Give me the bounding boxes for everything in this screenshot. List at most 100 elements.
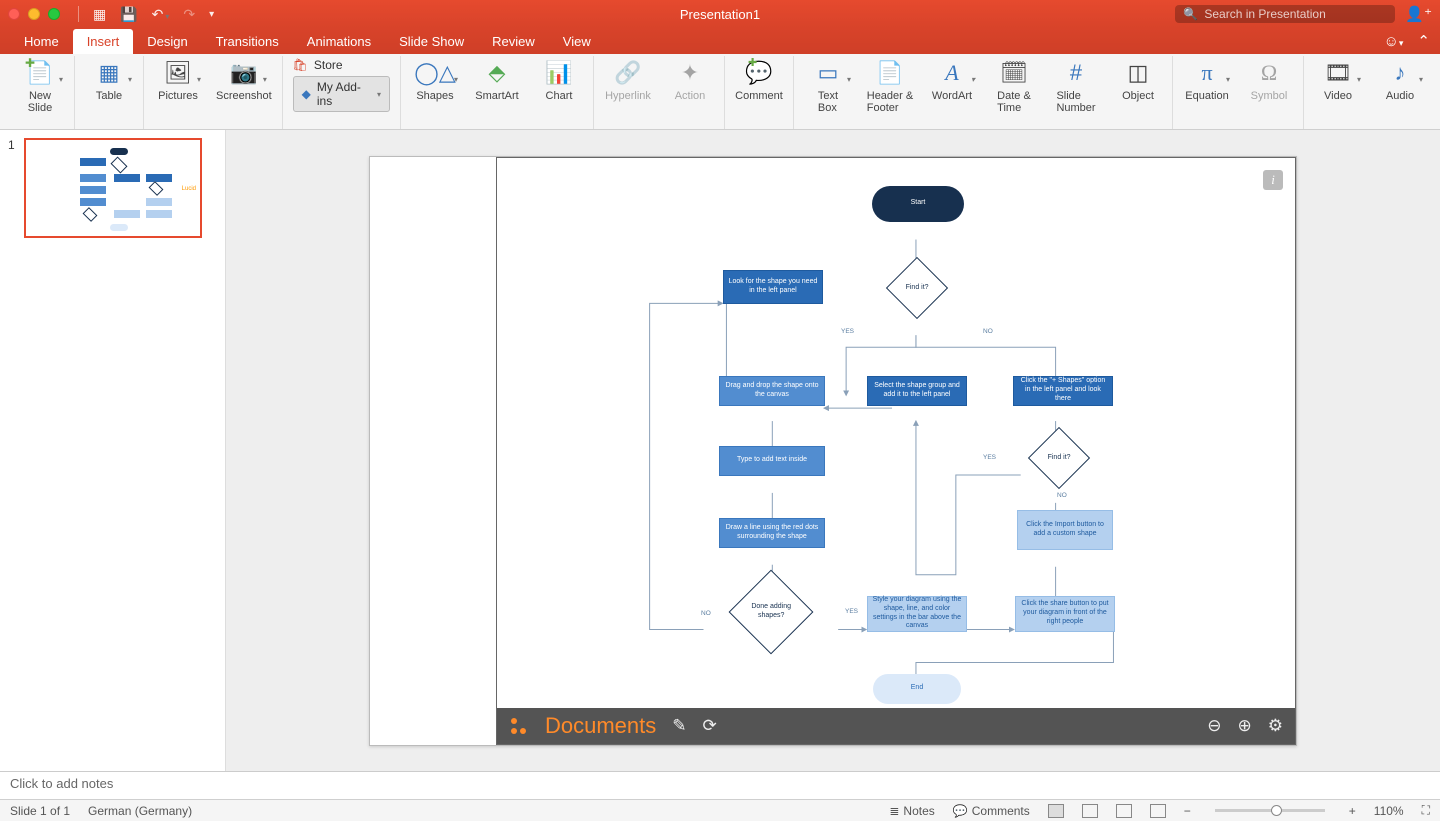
audio-button[interactable]: ♪▾Audio [1376, 58, 1424, 102]
flow-click-more: Click the "+ Shapes" option in the left … [1013, 376, 1113, 406]
tab-review[interactable]: Review [478, 29, 549, 54]
edit-icon[interactable]: ✎ [672, 716, 686, 736]
window-controls [8, 8, 60, 20]
slide-number-button[interactable]: #Slide Number [1052, 58, 1100, 114]
label-yes-2: YES [983, 454, 996, 461]
lucidchart-logo-icon [509, 716, 529, 736]
label-no-3: NO [701, 610, 711, 617]
symbol-button: ΩSymbol [1245, 58, 1293, 102]
chart-button[interactable]: 📊Chart [535, 58, 583, 102]
feedback-icon[interactable]: ☺▾ [1384, 33, 1404, 50]
hyperlink-button: 🔗Hyperlink [604, 58, 652, 102]
quick-access-toolbar: ▦ 💾 ↶▾ ↷ ▾ [78, 6, 214, 23]
zoom-in-button[interactable]: + [1349, 804, 1356, 818]
thumbnail-number: 1 [8, 138, 18, 238]
label-no: NO [983, 328, 993, 335]
flow-find1: Find it? [886, 256, 948, 318]
comment-button[interactable]: 💬✚Comment [735, 58, 783, 102]
search-box[interactable]: 🔍 [1175, 5, 1395, 23]
flow-look: Look for the shape you need in the left … [723, 270, 823, 304]
status-language[interactable]: German (Germany) [88, 804, 192, 818]
tab-design[interactable]: Design [133, 29, 201, 54]
flow-select: Select the shape group and add it to the… [867, 376, 967, 406]
tab-slideshow[interactable]: Slide Show [385, 29, 478, 54]
object-button[interactable]: ◫Object [1114, 58, 1162, 114]
ribbon-tabs: Home Insert Design Transitions Animation… [0, 28, 1440, 54]
lucidchart-toolbar: Documents ✎ ⟳ ⊖ ⊕ ⚙ [497, 708, 1295, 744]
new-slide-button[interactable]: 📄✚▾New Slide [16, 58, 64, 114]
video-button[interactable]: 🎞▾Video [1314, 58, 1362, 102]
refresh-icon[interactable]: ⟳ [703, 716, 717, 736]
label-yes-3: YES [845, 608, 858, 615]
label-no-2: NO [1057, 492, 1067, 499]
pictures-button[interactable]: 🖼▾Pictures [154, 58, 202, 102]
my-addins-button[interactable]: ◆My Add-ins▾ [293, 76, 390, 112]
flow-done: Done adding shapes? [729, 569, 814, 654]
flow-import: Click the Import button to add a custom … [1017, 510, 1113, 550]
tab-view[interactable]: View [549, 29, 605, 54]
screenshot-button[interactable]: 📷▾Screenshot [216, 58, 272, 102]
slide[interactable]: i [369, 156, 1297, 746]
slide-thumbnails-panel[interactable]: 1 Lucid [0, 130, 226, 771]
action-button: ✦Action [666, 58, 714, 102]
sorter-view-icon[interactable] [1082, 804, 1098, 818]
redo-icon[interactable]: ↷ [183, 6, 195, 23]
flow-find2: Find it? [1028, 426, 1090, 488]
tab-transitions[interactable]: Transitions [202, 29, 293, 54]
zoom-in-icon[interactable]: ⊕ [1238, 716, 1252, 736]
search-icon: 🔍 [1183, 7, 1198, 21]
qat-customize-icon[interactable]: ▾ [209, 9, 214, 20]
info-icon[interactable]: i [1263, 170, 1283, 190]
notes-placeholder: Click to add notes [10, 776, 113, 791]
workspace: 1 Lucid [0, 130, 1440, 771]
maximize-window-button[interactable] [48, 8, 60, 20]
slide-canvas-area[interactable]: i [226, 130, 1440, 771]
flow-type: Type to add text inside [719, 446, 825, 476]
undo-icon[interactable]: ↶▾ [152, 6, 170, 23]
flow-start: Start [872, 186, 964, 222]
equation-button[interactable]: π▾Equation [1183, 58, 1231, 102]
store-button[interactable]: 🛍Store [293, 58, 343, 72]
settings-icon[interactable]: ⚙ [1268, 716, 1283, 736]
smartart-button[interactable]: ⬘SmartArt [473, 58, 521, 102]
collapse-ribbon-icon[interactable]: ⌃ [1417, 32, 1430, 50]
search-input[interactable] [1204, 7, 1387, 21]
autosave-icon[interactable]: ▦ [93, 6, 106, 23]
wordart-button[interactable]: A▾WordArt [928, 58, 976, 114]
reading-view-icon[interactable] [1116, 804, 1132, 818]
zoom-out-button[interactable]: − [1184, 804, 1191, 818]
flow-drawline: Draw a line using the red dots surroundi… [719, 518, 825, 548]
notes-toggle[interactable]: ≣ Notes [889, 804, 934, 818]
zoom-slider[interactable] [1215, 809, 1325, 812]
flow-style: Style your diagram using the shape, line… [867, 596, 967, 632]
status-slide-count: Slide 1 of 1 [10, 804, 70, 818]
titlebar: ▦ 💾 ↶▾ ↷ ▾ Presentation1 🔍 👤⁺ [0, 0, 1440, 28]
table-button[interactable]: ▦▾Table [85, 58, 133, 102]
save-icon[interactable]: 💾 [120, 6, 137, 23]
share-icon[interactable]: 👤⁺ [1405, 5, 1432, 23]
tab-animations[interactable]: Animations [293, 29, 385, 54]
normal-view-icon[interactable] [1048, 804, 1064, 818]
comments-toggle[interactable]: 💬 Comments [953, 804, 1030, 818]
label-yes: YES [841, 328, 854, 335]
fit-to-window-icon[interactable]: ⛶ [1422, 803, 1430, 818]
flow-end: End [873, 674, 961, 704]
zoom-out-icon[interactable]: ⊖ [1207, 716, 1221, 736]
tab-insert[interactable]: Insert [73, 29, 134, 54]
shapes-button[interactable]: ◯△▾Shapes [411, 58, 459, 102]
tab-home[interactable]: Home [10, 29, 73, 54]
zoom-level[interactable]: 110% [1374, 804, 1404, 818]
slide-thumbnail[interactable]: 1 Lucid [8, 138, 217, 238]
flow-share: Click the share button to put your diagr… [1015, 596, 1115, 632]
ribbon: 📄✚▾New Slide ▦▾Table 🖼▾Pictures 📷▾Screen… [0, 54, 1440, 130]
header-footer-button[interactable]: 📄Header & Footer [866, 58, 914, 114]
slideshow-view-icon[interactable] [1150, 804, 1166, 818]
status-bar: Slide 1 of 1 German (Germany) ≣ Notes 💬 … [0, 799, 1440, 821]
textbox-button[interactable]: ▭▾Text Box [804, 58, 852, 114]
date-time-button[interactable]: 🗓Date & Time [990, 58, 1038, 114]
lucidchart-embed[interactable]: i [496, 157, 1296, 745]
minimize-window-button[interactable] [28, 8, 40, 20]
documents-button[interactable]: Documents [545, 713, 656, 739]
close-window-button[interactable] [8, 8, 20, 20]
notes-pane[interactable]: Click to add notes [0, 771, 1440, 799]
